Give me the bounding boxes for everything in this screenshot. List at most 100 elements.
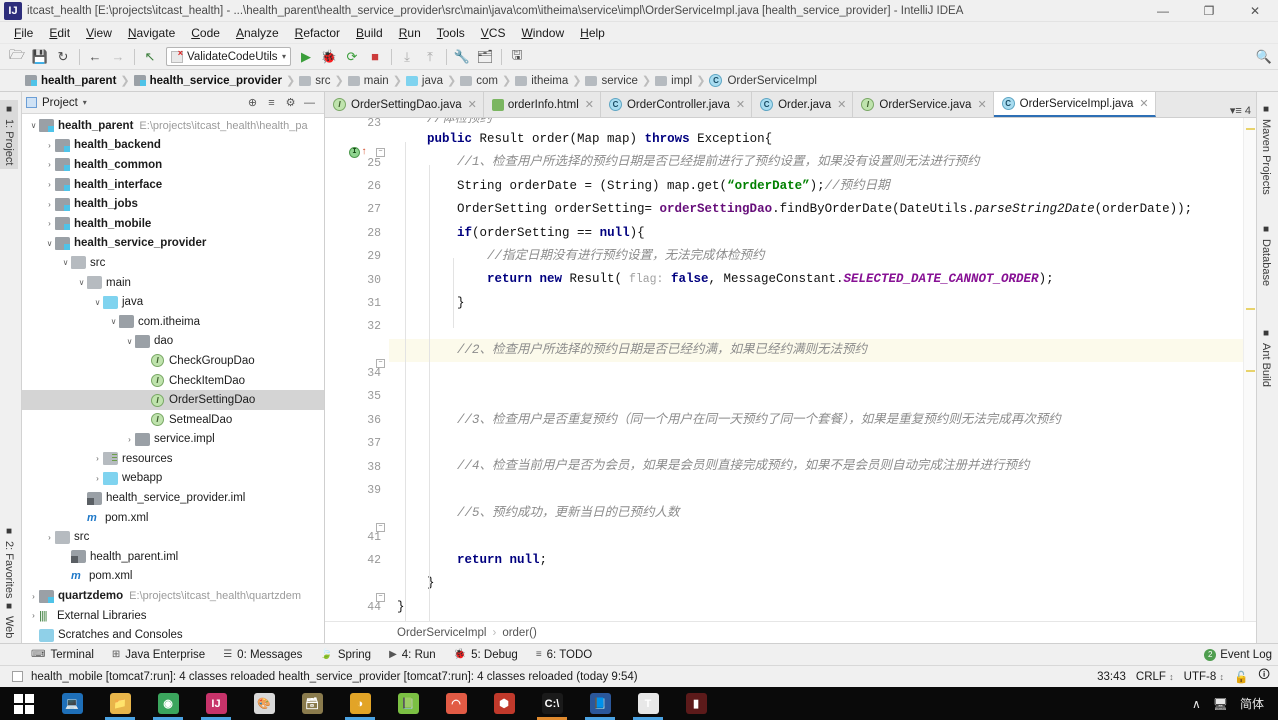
editor-breadcrumb-item[interactable]: order() xyxy=(502,627,537,639)
rail-tab-1-project[interactable]: ■ 1: Project xyxy=(0,100,18,170)
rail-tab-ant-build[interactable]: ■ Ant Build xyxy=(1257,324,1275,391)
menu-item-edit[interactable]: Edit xyxy=(41,24,78,42)
ime-indicator[interactable]: 简体 xyxy=(1240,695,1264,712)
editor-marker-bar[interactable] xyxy=(1243,118,1256,621)
breadcrumb-item-itheima[interactable]: itheima xyxy=(512,75,571,87)
debug-button[interactable]: 🐞 xyxy=(318,46,340,68)
tree-expand-arrow[interactable]: › xyxy=(92,474,103,483)
tree-expand-arrow[interactable]: › xyxy=(44,219,55,228)
code-fold-icon[interactable]: − xyxy=(376,593,385,602)
breadcrumb-item-com[interactable]: com xyxy=(457,75,501,87)
project-panel-title-group[interactable]: Project ▾ xyxy=(26,97,87,109)
tree-expand-arrow[interactable]: ∨ xyxy=(108,317,119,326)
code-line[interactable] xyxy=(389,385,1243,408)
save-all-files-icon[interactable]: 🖫 xyxy=(506,46,528,68)
close-icon[interactable]: ✕ xyxy=(977,98,986,111)
menu-item-view[interactable]: View xyxy=(78,24,120,42)
code-fold-icon[interactable]: − xyxy=(376,148,385,158)
tree-node-webapp[interactable]: › webapp xyxy=(22,469,324,489)
navigate-back-icon[interactable]: ← xyxy=(84,46,106,68)
tree-node-ordersettingdao[interactable]: I OrderSettingDao xyxy=(22,390,324,410)
taskbar-app-extra[interactable]: ▮ xyxy=(672,687,720,720)
tree-node-setmealdao[interactable]: I SetmealDao xyxy=(22,410,324,430)
code-line[interactable]: //1、检查用户所选择的预约日期是否已经提前进行了预约设置，如果没有设置则无法进… xyxy=(389,151,1243,174)
inspection-icon[interactable]: 🛈 xyxy=(1258,667,1270,686)
code-line[interactable]: //指定日期没有进行预约设置，无法完成体检预约 xyxy=(389,245,1243,268)
breadcrumb-item-src[interactable]: src xyxy=(296,75,333,87)
taskbar-paint-3d[interactable]: 🎨 xyxy=(240,687,288,720)
tool-window-6-todo[interactable]: ≡ 6: TODO xyxy=(527,648,601,662)
run-with-coverage-button[interactable]: ⟳ xyxy=(341,46,363,68)
tree-node-java[interactable]: ∨ java xyxy=(22,292,324,312)
tree-node-external-libraries[interactable]: › |||| External Libraries xyxy=(22,606,324,626)
code-line[interactable]: //4、检查当前用户是否为会员，如果是会员则直接完成预约，如果不是会员则自动完成… xyxy=(389,455,1243,478)
edit-source-icon[interactable]: ↖ xyxy=(139,46,161,68)
breadcrumb-item-service[interactable]: service xyxy=(582,75,640,87)
code-line[interactable]: //体检预约 xyxy=(389,118,1243,128)
taskbar-file-explorer[interactable]: 📁 xyxy=(96,687,144,720)
tree-expand-arrow[interactable]: › xyxy=(28,611,39,620)
settings-icon[interactable]: ⚙ xyxy=(283,96,298,109)
editor-tab-orderserviceimpl-java[interactable]: C OrderServiceImpl.java ✕ xyxy=(993,92,1156,117)
code-fold-icon[interactable]: − xyxy=(376,359,385,368)
taskbar-intellij-idea[interactable]: IJ xyxy=(192,687,240,720)
editor-tab-orderservice-java[interactable]: I OrderService.java ✕ xyxy=(853,92,994,117)
editor-bottom-breadcrumb[interactable]: OrderServiceImpl › order() xyxy=(325,621,1256,643)
close-button[interactable]: ✕ xyxy=(1232,0,1278,22)
open-project-icon[interactable]: 🗁 xyxy=(6,46,28,68)
breadcrumb-item-impl[interactable]: impl xyxy=(652,75,695,87)
caret-position[interactable]: 33:43 xyxy=(1097,671,1126,683)
code-line[interactable]: public Result order(Map map) throws Exce… xyxy=(389,128,1243,151)
rail-tab-maven-projects[interactable]: ■ Maven Projects xyxy=(1257,100,1275,199)
code-line[interactable]: //2、检查用户所选择的预约日期是否已经约满，如果已经约满则无法预约 xyxy=(389,338,1243,362)
code-editor[interactable]: 23 I ↑ −25 26 27 28 29 30 31 32−34 35 36 37 38 39−41 42−… xyxy=(325,118,1256,621)
minimize-button[interactable]: — xyxy=(1140,0,1186,22)
maximize-button[interactable]: ❐ xyxy=(1186,0,1232,22)
breadcrumb-item-health-service-provider[interactable]: health_service_provider xyxy=(131,75,285,87)
tool-window-spring[interactable]: 🍃 Spring xyxy=(311,648,380,662)
editor-tab-orderinfo-html[interactable]: orderInfo.html ✕ xyxy=(483,92,601,117)
taskbar-google-chrome[interactable]: ◉ xyxy=(144,687,192,720)
tree-node-checkgroupdao[interactable]: I CheckGroupDao xyxy=(22,351,324,371)
code-fold-icon[interactable]: − xyxy=(376,522,385,532)
editor-tab-ordercontroller-java[interactable]: C OrderController.java ✕ xyxy=(600,92,753,117)
menu-item-file[interactable]: File xyxy=(6,24,41,42)
save-all-icon[interactable]: 💾 xyxy=(29,46,51,68)
tree-node-scratches-and-consoles[interactable]: Scratches and Consoles xyxy=(22,625,324,643)
tree-expand-arrow[interactable]: ∨ xyxy=(76,278,87,287)
taskbar-archive-manager[interactable]: 🗃 xyxy=(288,687,336,720)
tool-window-java-enterprise[interactable]: ⊞ Java Enterprise xyxy=(103,648,214,662)
tree-node-com-itheima[interactable]: ∨ com.itheima xyxy=(22,312,324,332)
file-encoding[interactable]: UTF-8 ↕ xyxy=(1184,671,1224,683)
code-lines[interactable]: //体检预约 public Result order(Map map) thro… xyxy=(389,118,1243,621)
menu-item-help[interactable]: Help xyxy=(572,24,613,42)
tree-node-health-service-provider[interactable]: ∨ health_service_provider xyxy=(22,234,324,254)
code-line[interactable]: OrderSetting orderSetting= orderSettingD… xyxy=(389,198,1243,221)
settings-icon[interactable]: 🔧 xyxy=(451,46,473,68)
project-structure-icon[interactable]: 🗂 xyxy=(474,46,496,68)
tree-node-health-interface[interactable]: › health_interface xyxy=(22,175,324,195)
event-log-button[interactable]: 2 Event Log xyxy=(1204,648,1272,661)
code-line[interactable] xyxy=(389,315,1243,338)
code-line[interactable] xyxy=(389,362,1243,385)
tree-expand-arrow[interactable]: › xyxy=(44,200,55,209)
tray-expand-icon[interactable]: ∧ xyxy=(1192,697,1201,711)
breadcrumb-item-java[interactable]: java xyxy=(403,75,446,87)
code-line[interactable]: return null; xyxy=(389,549,1243,572)
tree-expand-arrow[interactable]: › xyxy=(44,141,55,150)
taskbar-command-prompt[interactable]: C:\ xyxy=(528,687,576,720)
tree-expand-arrow[interactable]: › xyxy=(44,160,55,169)
tree-node-resources[interactable]: › resources xyxy=(22,449,324,469)
tree-expand-arrow[interactable]: › xyxy=(124,435,135,444)
breadcrumb-item-main[interactable]: main xyxy=(345,75,392,87)
tool-window-5-debug[interactable]: 🐞 5: Debug xyxy=(445,648,527,662)
taskbar-redis-desktop[interactable]: ⬢ xyxy=(480,687,528,720)
tree-node-service-impl[interactable]: › service.impl xyxy=(22,430,324,450)
menu-item-tools[interactable]: Tools xyxy=(429,24,473,42)
rail-tab-2-favorites[interactable]: ■ 2: Favorites xyxy=(0,522,18,602)
stop-button[interactable]: ■ xyxy=(364,46,386,68)
tree-node-dao[interactable]: ∨ dao xyxy=(22,332,324,352)
tree-node-src[interactable]: › src xyxy=(22,527,324,547)
tree-node-pom-xml[interactable]: m pom.xml xyxy=(22,567,324,587)
editor-tab-order-java[interactable]: C Order.java ✕ xyxy=(752,92,854,117)
